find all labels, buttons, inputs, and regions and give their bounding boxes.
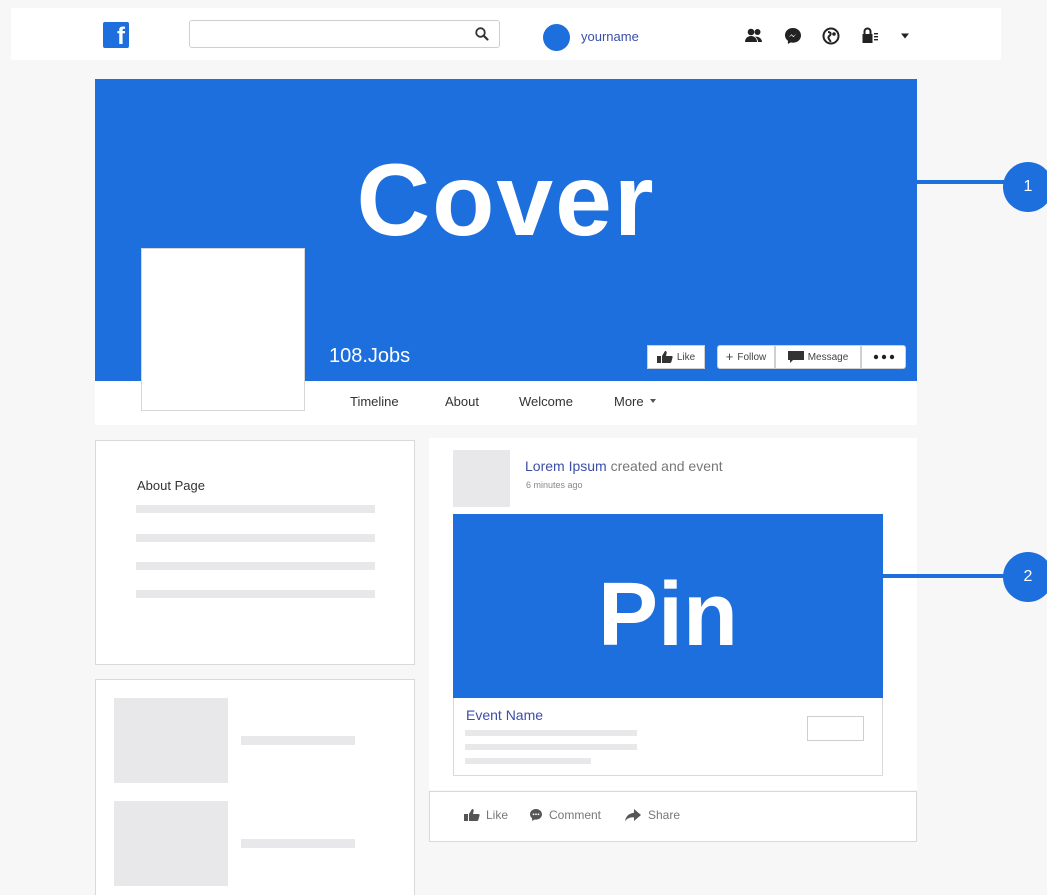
placeholder-text-line — [136, 590, 375, 598]
tab-more[interactable]: More — [614, 394, 656, 409]
caret-down-icon — [649, 399, 656, 403]
user-avatar[interactable] — [543, 24, 570, 51]
placeholder-text-line — [465, 730, 637, 736]
share-button[interactable]: Share — [624, 808, 680, 822]
comment-bubble-icon — [530, 809, 542, 821]
more-dots-icon — [873, 354, 894, 360]
top-navigation-bar — [11, 8, 1001, 60]
lock-icon[interactable] — [860, 26, 880, 46]
comment-button[interactable]: Comment — [529, 808, 601, 822]
message-button[interactable]: Message — [775, 345, 861, 369]
comment-label: Comment — [549, 808, 602, 822]
callout-line-1 — [917, 180, 1007, 184]
placeholder-text-line — [136, 505, 375, 513]
search-icon[interactable] — [474, 26, 490, 42]
more-options-button[interactable] — [861, 345, 906, 369]
plus-icon: + — [725, 349, 734, 364]
post-timestamp[interactable]: 6 minutes ago — [526, 480, 583, 490]
post-action-text: created and event — [610, 458, 723, 474]
tab-about[interactable]: About — [445, 394, 479, 409]
follow-button-label: Follow — [737, 351, 767, 363]
notifications-globe-icon[interactable] — [821, 26, 841, 46]
post-author-link[interactable]: Lorem Ipsum — [525, 458, 607, 474]
placeholder-text-line — [465, 758, 591, 764]
placeholder-text-line — [465, 744, 637, 750]
callout-marker-1: 1 — [1003, 162, 1047, 212]
event-name-link[interactable]: Event Name — [466, 707, 543, 723]
thumbs-up-icon — [464, 809, 480, 821]
username-link[interactable]: yourname — [581, 29, 639, 44]
placeholder-text-line — [241, 839, 355, 848]
pin-label: Pin — [597, 565, 738, 665]
about-card — [95, 440, 415, 665]
page-name[interactable]: 108.Jobs — [329, 345, 410, 368]
friend-requests-icon[interactable] — [744, 26, 764, 46]
callout-line-2 — [883, 574, 1007, 578]
search-input[interactable] — [189, 20, 500, 48]
like-button-label: Like — [676, 351, 696, 363]
tab-more-label: More — [614, 394, 644, 409]
chevron-down-icon[interactable] — [900, 32, 910, 40]
placeholder-text-line — [241, 736, 355, 745]
placeholder-text-line — [136, 534, 375, 542]
like-post-button[interactable]: Like — [464, 808, 508, 822]
share-label: Share — [648, 808, 681, 822]
event-interested-button[interactable] — [807, 716, 864, 741]
photo-thumbnail[interactable] — [114, 801, 228, 886]
facebook-logo-icon[interactable]: f — [103, 22, 129, 48]
thumbs-up-icon — [656, 351, 673, 363]
message-button-label: Message — [807, 351, 849, 363]
messenger-icon[interactable] — [783, 26, 803, 46]
callout-marker-2: 2 — [1003, 552, 1047, 602]
tab-timeline[interactable]: Timeline — [350, 394, 399, 409]
cover-label: Cover — [356, 143, 656, 257]
like-page-button[interactable]: Like — [647, 345, 705, 369]
photo-thumbnail[interactable] — [114, 698, 228, 783]
follow-button[interactable]: + Follow — [717, 345, 775, 369]
tab-welcome[interactable]: Welcome — [519, 394, 573, 409]
profile-picture[interactable] — [141, 248, 305, 411]
about-card-title: About Page — [137, 478, 205, 493]
message-icon — [787, 351, 804, 363]
post-header: Lorem Ipsum created and event — [525, 458, 723, 474]
placeholder-text-line — [136, 562, 375, 570]
share-arrow-icon — [625, 809, 641, 822]
post-author-avatar[interactable] — [453, 450, 510, 507]
like-post-label: Like — [486, 808, 509, 822]
